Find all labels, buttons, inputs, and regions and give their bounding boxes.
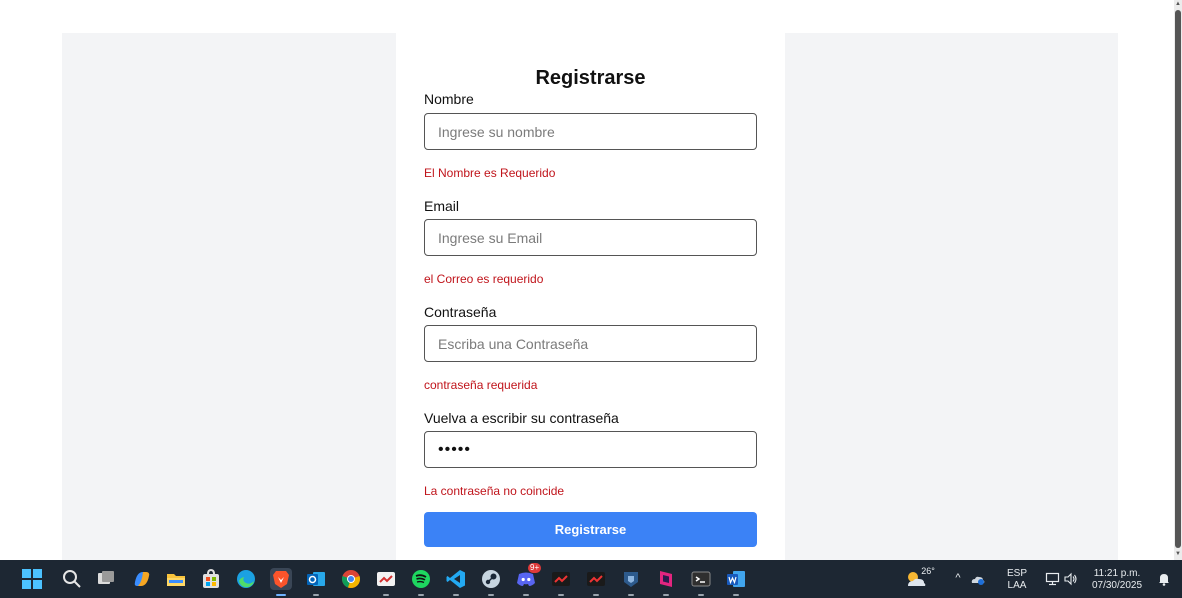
email-input[interactable]	[424, 219, 757, 256]
clock-date[interactable]: 07/30/2025	[1088, 580, 1146, 591]
language-bottom[interactable]: LAA	[1006, 580, 1028, 591]
windows-taskbar: 9+ 26° ^ ESP LAA 11:21 p.m. 07/30/2025	[0, 560, 1182, 598]
confirm-password-error: La contraseña no coincide	[424, 484, 565, 498]
notification-bell-icon[interactable]	[1156, 571, 1172, 587]
volume-icon[interactable]	[1063, 571, 1079, 587]
form-title: Registrarse	[535, 67, 646, 89]
confirm-password-label: Vuelva a escribir su contraseña	[424, 410, 619, 426]
browser-viewport: Registrarse Nombre El Nombre es Requerid…	[0, 0, 1182, 560]
scroll-up-icon[interactable]: ▲	[1175, 1, 1181, 8]
brave-icon[interactable]	[270, 568, 292, 596]
app-icon[interactable]	[585, 568, 607, 596]
app-icon[interactable]	[620, 568, 642, 596]
password-label: Contraseña	[424, 304, 497, 320]
edge-icon[interactable]	[235, 568, 257, 590]
confirm-password-input[interactable]	[424, 431, 757, 468]
app-icon[interactable]	[375, 568, 397, 596]
language-top[interactable]: ESP	[1006, 568, 1028, 579]
scrollbar[interactable]: ▲ ▼	[1174, 0, 1182, 560]
microsoft-store-icon[interactable]	[200, 568, 222, 590]
register-button[interactable]: Registrarse	[424, 512, 757, 547]
name-error: El Nombre es Requerido	[424, 166, 556, 180]
copilot-icon[interactable]	[131, 568, 153, 590]
discord-badge: 9+	[528, 563, 542, 573]
chevron-up-icon[interactable]: ^	[952, 573, 964, 584]
steam-icon[interactable]	[480, 568, 502, 596]
weather-temp: 26°	[921, 566, 935, 576]
search-icon[interactable]	[61, 568, 83, 590]
outlook-icon[interactable]	[305, 568, 327, 596]
word-icon[interactable]	[725, 568, 747, 596]
email-error: el Correo es requerido	[424, 272, 544, 286]
file-explorer-icon[interactable]	[165, 568, 187, 590]
app-icon[interactable]	[655, 568, 677, 596]
task-view-icon[interactable]	[95, 568, 117, 590]
onedrive-icon[interactable]	[970, 572, 986, 586]
spotify-icon[interactable]	[410, 568, 432, 596]
discord-icon[interactable]: 9+	[515, 563, 542, 596]
password-error: contraseña requerida	[424, 378, 538, 392]
scroll-down-icon[interactable]: ▼	[1175, 551, 1181, 558]
scrollbar-thumb[interactable]	[1175, 10, 1181, 548]
vscode-icon[interactable]	[445, 568, 467, 596]
password-input[interactable]	[424, 325, 757, 362]
name-label: Nombre	[424, 91, 474, 107]
email-label: Email	[424, 198, 460, 214]
register-form-card: Registrarse Nombre El Nombre es Requerid…	[396, 33, 785, 560]
chrome-icon[interactable]	[340, 568, 362, 590]
name-input[interactable]	[424, 113, 757, 150]
terminal-icon[interactable]	[690, 568, 712, 596]
clock-time[interactable]: 11:21 p.m.	[1088, 568, 1146, 579]
network-icon[interactable]	[1045, 571, 1061, 587]
app-icon[interactable]	[550, 568, 572, 596]
windows-start-icon[interactable]	[21, 568, 43, 590]
